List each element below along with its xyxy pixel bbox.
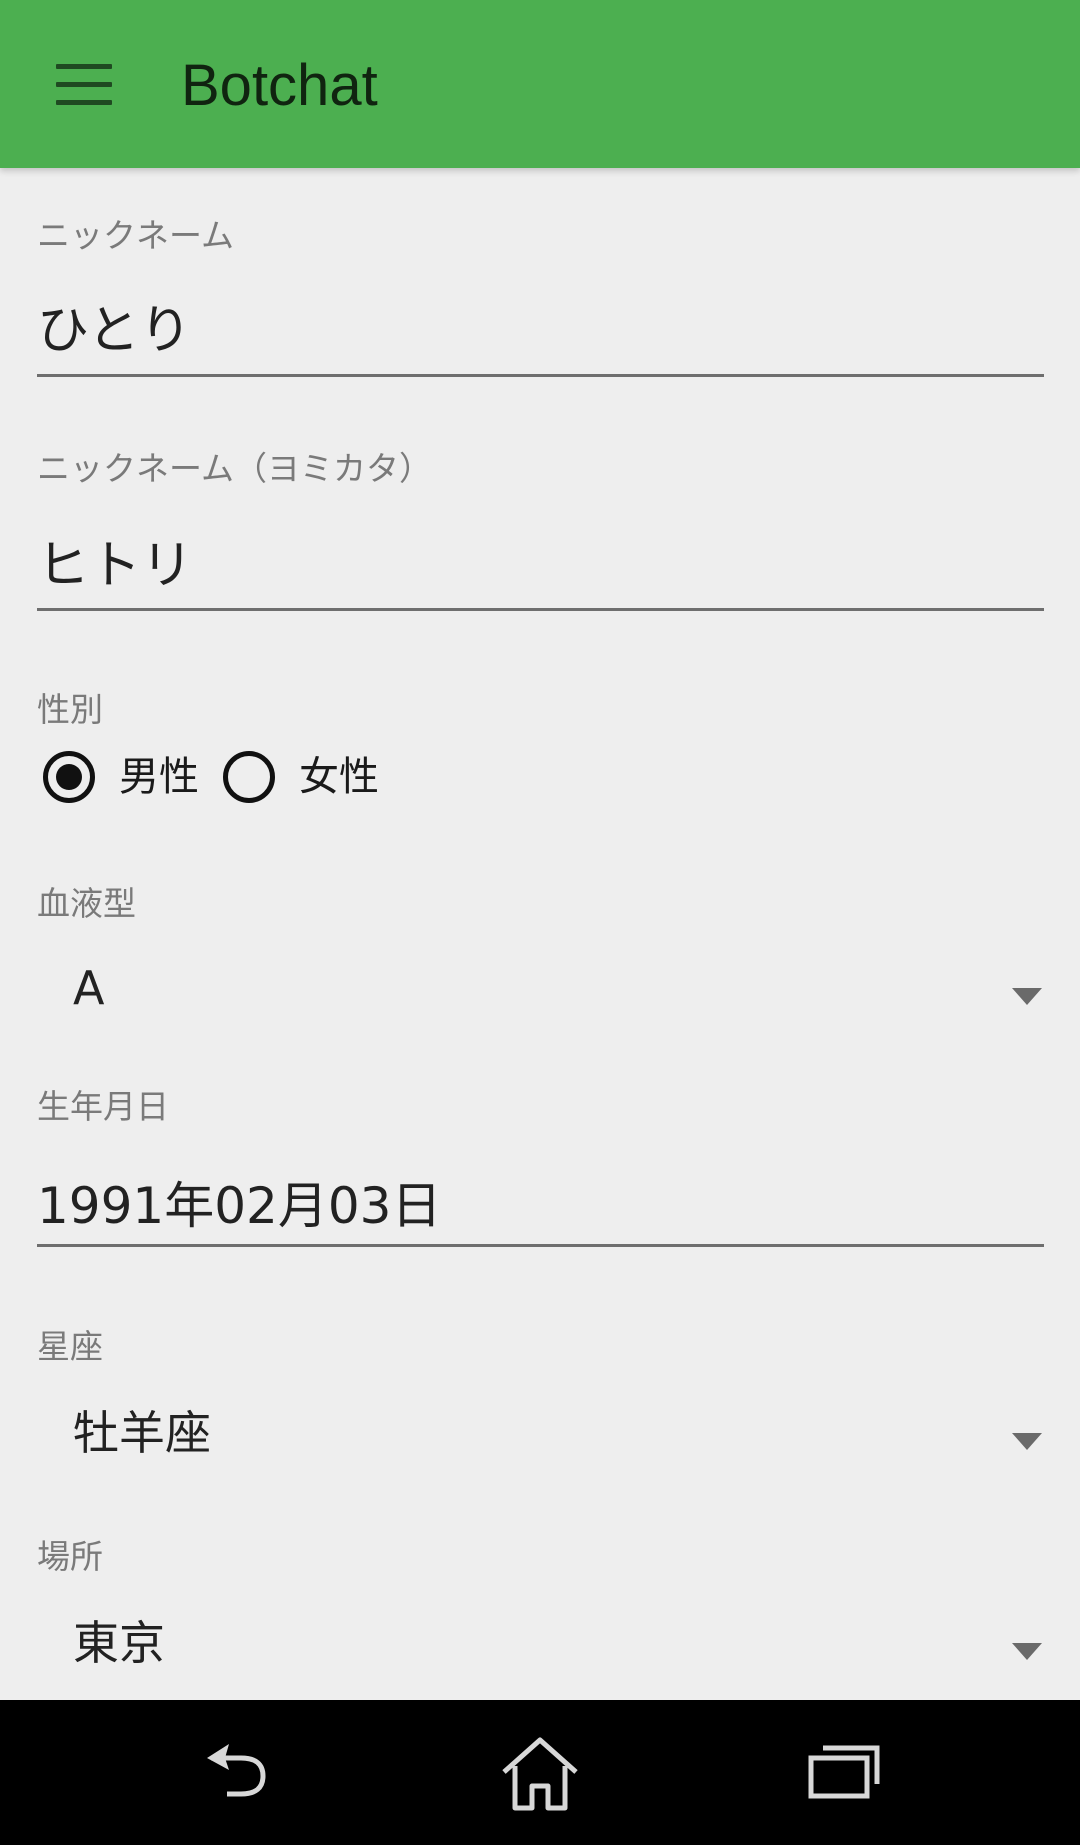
gender-radio-male-label: 男性 xyxy=(119,754,199,800)
nickname-label: ニックネーム xyxy=(37,216,235,255)
app-bar: Botchat xyxy=(0,0,1080,168)
birthday-input[interactable]: 1991年02月03日 xyxy=(37,1175,442,1237)
nickname-reading-input[interactable]: ヒトリ xyxy=(37,535,193,597)
recent-apps-button[interactable] xyxy=(775,1722,915,1822)
recent-apps-icon xyxy=(808,1745,880,1799)
zodiac-label: 星座 xyxy=(37,1327,103,1366)
birthday-underline xyxy=(37,1244,1044,1247)
radio-unchecked-icon xyxy=(223,751,275,803)
birthday-label: 生年月日 xyxy=(37,1087,169,1126)
zodiac-value: 牡羊座 xyxy=(73,1406,211,1460)
radio-dot xyxy=(56,764,82,790)
system-navigation-bar xyxy=(0,1700,1080,1845)
hamburger-menu-icon[interactable] xyxy=(44,52,124,116)
nickname-input[interactable]: ひとり xyxy=(37,300,191,362)
nickname-underline xyxy=(37,374,1044,377)
blood-type-value: A xyxy=(73,961,105,1015)
back-button[interactable] xyxy=(171,1722,311,1822)
zodiac-dropdown[interactable]: 牡羊座 xyxy=(37,1393,1044,1473)
location-value: 東京 xyxy=(73,1616,165,1670)
back-icon xyxy=(207,1744,266,1797)
gender-radio-female-label: 女性 xyxy=(299,754,379,800)
blood-type-dropdown[interactable]: A xyxy=(37,948,1044,1028)
dropdown-arrow-icon xyxy=(1012,1433,1042,1450)
home-icon xyxy=(502,1737,578,1811)
nickname-reading-underline xyxy=(37,608,1044,611)
dropdown-arrow-icon xyxy=(1012,1643,1042,1660)
gender-label: 性別 xyxy=(37,690,103,729)
app-title: Botchat xyxy=(181,53,378,118)
dropdown-arrow-icon xyxy=(1012,988,1042,1005)
location-label: 場所 xyxy=(37,1537,103,1576)
nickname-reading-label: ニックネーム（ヨミカタ） xyxy=(37,449,433,488)
gender-radio-female[interactable]: 女性 xyxy=(223,748,393,814)
home-button[interactable] xyxy=(470,1722,610,1822)
gender-radio-male[interactable]: 男性 xyxy=(43,748,213,814)
location-dropdown[interactable]: 東京 xyxy=(37,1603,1044,1683)
app-screen: Botchat ニックネーム ひとり ニックネーム（ヨミカタ） ヒトリ 性別 男… xyxy=(0,0,1080,1845)
blood-type-label: 血液型 xyxy=(37,884,136,923)
